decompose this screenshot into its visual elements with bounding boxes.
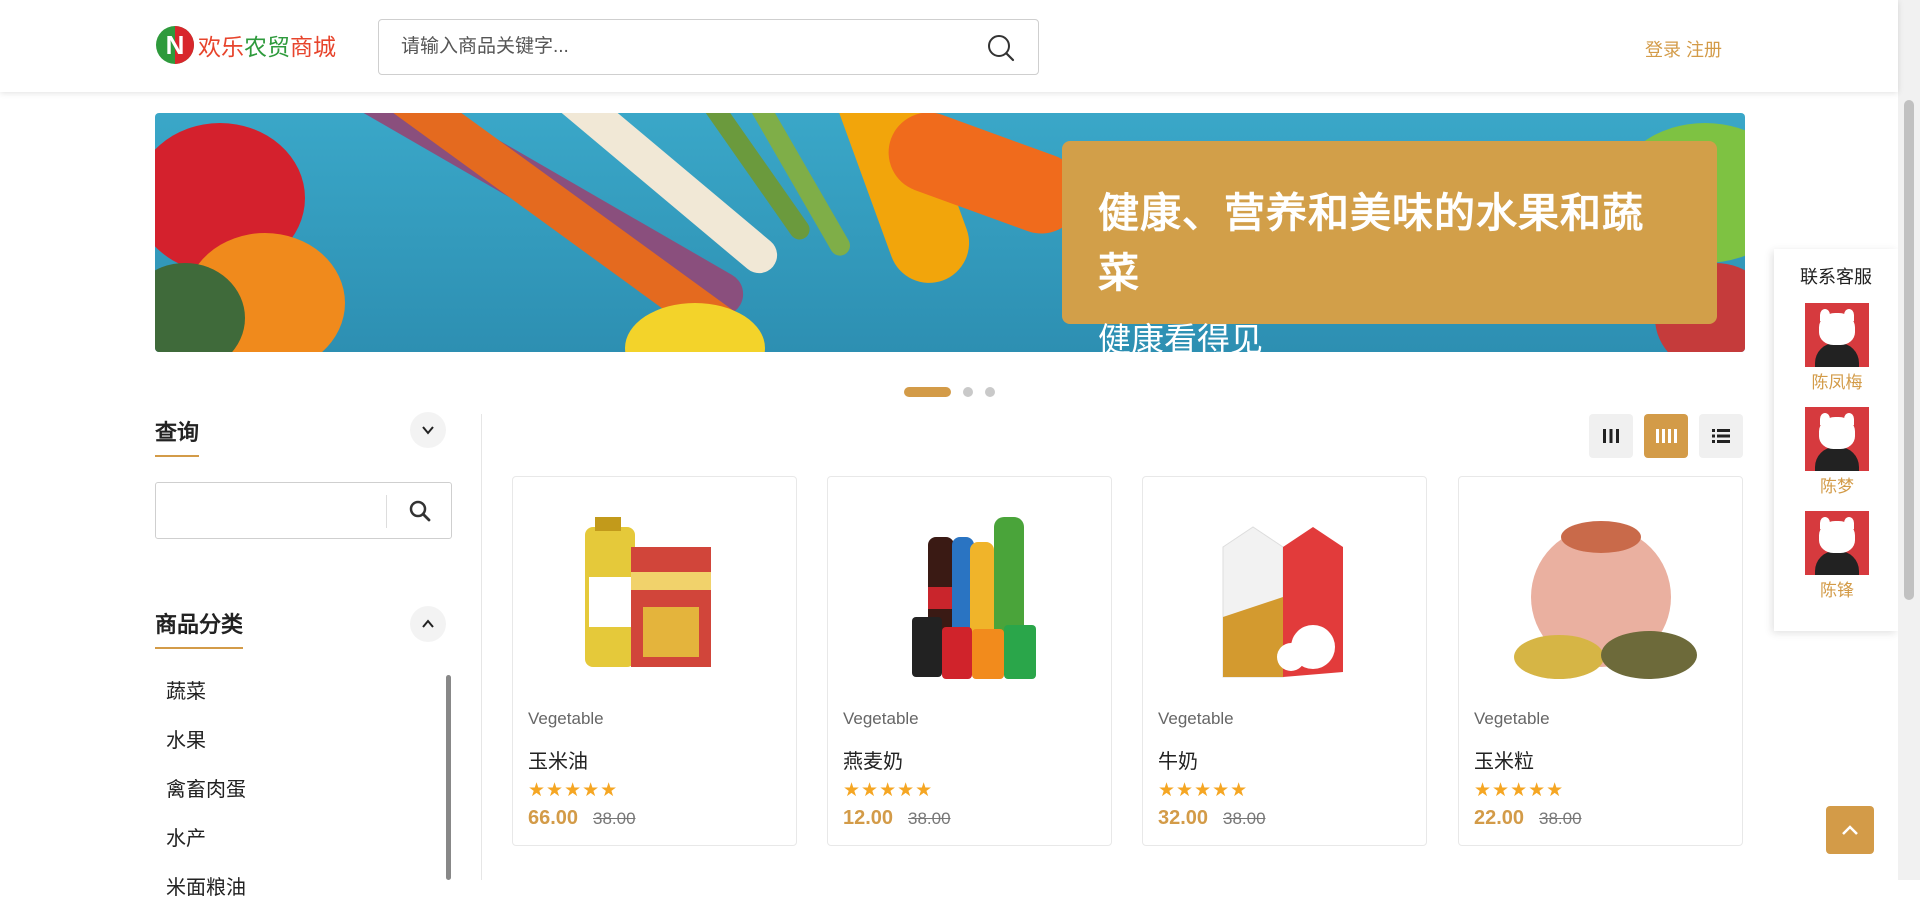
product-image[interactable] [1479,497,1724,697]
product-image[interactable] [848,497,1093,697]
product-old-price: 38.00 [1539,809,1582,828]
product-old-price: 38.00 [908,809,951,828]
product-card[interactable]: Vegetable 燕麦奶 ★★★★★ 12.00 38.00 [827,476,1112,846]
product-old-price: 38.00 [1223,809,1266,828]
product-category: Vegetable [1474,709,1550,728]
product-image[interactable] [1163,497,1408,697]
category-item[interactable]: 水产 [166,819,246,868]
chevron-up-icon [1842,825,1858,835]
page-scrollbar[interactable] [1898,0,1920,880]
divider [481,414,482,880]
category-item[interactable]: 禽畜肉蛋 [166,770,246,819]
category-scrollbar[interactable] [446,675,451,880]
grid-3-icon [1603,429,1619,443]
category-section-title: 商品分类 [155,607,244,649]
list-view-button[interactable] [1699,414,1743,458]
register-link[interactable]: 注册 [1686,40,1722,60]
rating-stars: ★★★★★ [1474,780,1565,801]
rating-stars: ★★★★★ [843,780,934,801]
scrollbar-thumb[interactable] [1904,100,1914,600]
product-card[interactable]: Vegetable 玉米油 ★★★★★ 66.00 38.00 [512,476,797,846]
logo-icon: N [156,26,194,64]
avatar [1805,511,1869,575]
agent-name: 陈凤梅 [1811,373,1863,392]
rating-stars: ★★★★★ [1158,780,1249,801]
site-logo[interactable]: N 欢乐农贸商城 [156,26,336,64]
sidebar-search [155,482,452,539]
carousel-indicators [904,387,995,397]
rating-stars: ★★★★★ [528,780,619,801]
category-collapse-button[interactable] [410,606,446,642]
hero-banner[interactable]: 健康、营养和美味的水果和蔬菜 健康看得见 [155,113,1745,352]
avatar [1805,407,1869,471]
product-card[interactable]: Vegetable 牛奶 ★★★★★ 32.00 38.00 [1142,476,1427,846]
agent-name: 陈锋 [1820,581,1854,600]
product-name[interactable]: 燕麦奶 [843,745,903,774]
product-name[interactable]: 玉米粒 [1474,745,1534,774]
carousel-dot[interactable] [963,387,973,397]
grid-4-icon [1656,429,1677,443]
agent-name: 陈梦 [1820,477,1854,496]
carousel-dot[interactable] [904,387,951,397]
product-price: 12.00 [843,807,894,829]
customer-service-panel: 联系客服 陈凤梅 陈梦 陈锋 [1774,249,1898,631]
banner-title: 健康、营养和美味的水果和蔬菜 [1098,190,1644,296]
banner-caption: 健康、营养和美味的水果和蔬菜 健康看得见 [1062,141,1717,352]
product-category: Vegetable [843,709,919,728]
grid-3-view-button[interactable] [1589,414,1633,458]
search-icon[interactable] [408,499,432,523]
service-agent[interactable]: 陈梦 [1805,407,1869,497]
service-agent[interactable]: 陈锋 [1805,511,1869,601]
logo-text: 欢乐农贸商城 [198,34,336,60]
avatar [1805,303,1869,367]
product-old-price: 38.00 [593,809,636,828]
service-agent[interactable]: 陈凤梅 [1805,303,1869,393]
login-link[interactable]: 登录 [1645,40,1681,60]
category-list: 蔬菜 水果 禽畜肉蛋 水产 米面粮油 [166,672,246,917]
product-category: Vegetable [528,709,604,728]
product-price: 22.00 [1474,807,1525,829]
product-image[interactable] [533,497,778,697]
chevron-down-icon [422,426,434,435]
banner-subtitle: 健康看得见 [1098,321,1263,352]
site-header: N 欢乐农贸商城 登录 注册 [0,0,1898,92]
grid-4-view-button[interactable] [1644,414,1688,458]
header-search [378,19,1039,75]
product-name[interactable]: 牛奶 [1158,745,1198,774]
product-price: 32.00 [1158,807,1209,829]
carousel-dot[interactable] [985,387,995,397]
query-collapse-button[interactable] [410,412,446,448]
search-icon[interactable] [986,33,1016,63]
header-search-input[interactable] [401,20,961,74]
category-item[interactable]: 蔬菜 [166,672,246,721]
category-item[interactable]: 水果 [166,721,246,770]
chevron-up-icon [422,619,434,628]
category-item[interactable]: 米面粮油 [166,868,246,917]
product-category: Vegetable [1158,709,1234,728]
product-price: 66.00 [528,807,579,829]
customer-service-title: 联系客服 [1800,267,1872,287]
product-name[interactable]: 玉米油 [528,745,588,774]
auth-links: 登录 注册 [1645,36,1722,62]
back-to-top-button[interactable] [1826,806,1874,854]
product-card[interactable]: Vegetable 玉米粒 ★★★★★ 22.00 38.00 [1458,476,1743,846]
query-section-title: 查询 [155,415,200,457]
list-icon [1712,429,1730,443]
